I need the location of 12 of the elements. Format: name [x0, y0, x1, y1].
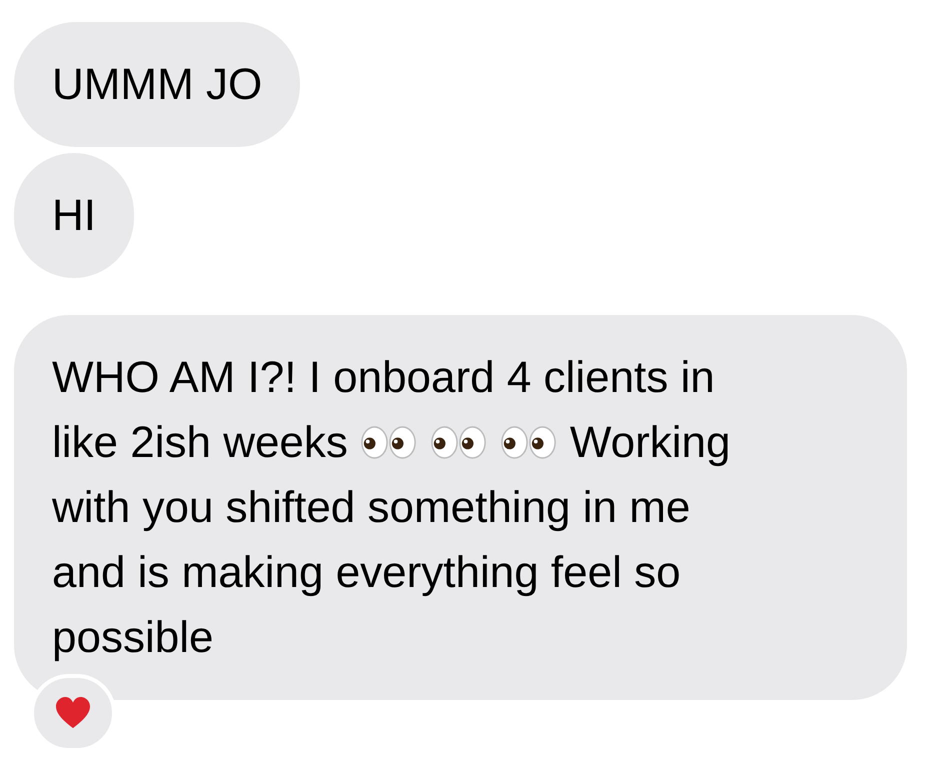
message-text: possible [52, 612, 214, 664]
message-text: HI [52, 190, 96, 242]
message-text: UMMM JO [52, 59, 262, 111]
message-text: and is making everything feel so [52, 547, 681, 599]
message-text: WHO AM I?! I onboard 4 clients in [52, 352, 715, 404]
message-text: with you shifted something in me [52, 482, 690, 534]
eyes-icon [500, 425, 558, 460]
eyes-icon [360, 425, 418, 460]
message-text: like 2ish weeks [52, 417, 348, 469]
eyes-icon [430, 425, 488, 460]
heart-icon [54, 696, 92, 730]
message-text: Working [570, 417, 730, 469]
